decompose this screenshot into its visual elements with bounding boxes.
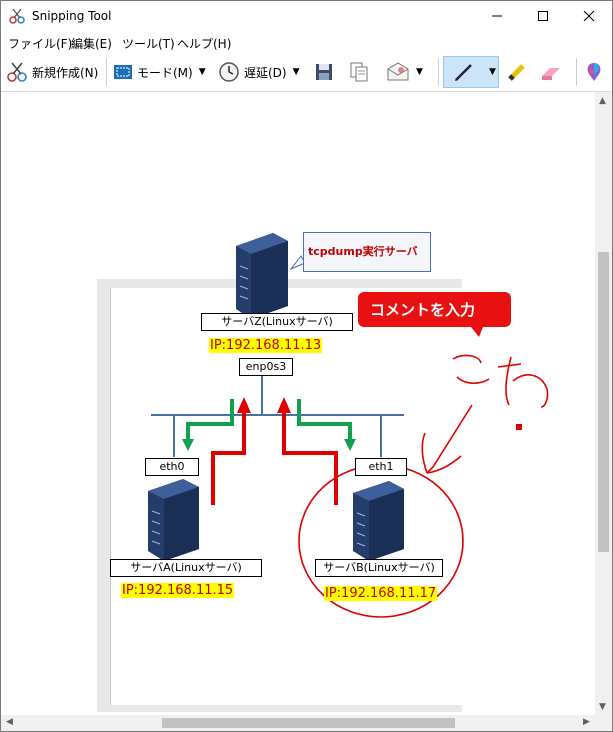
server-z-icon xyxy=(236,233,288,319)
server-a-ip: IP:192.168.11.15 xyxy=(121,583,235,598)
title-bar: Snipping Tool xyxy=(1,1,612,31)
menu-bar: ファイル(F) 編集(E) ツール(T) ヘルプ(H) xyxy=(1,32,612,52)
server-a-label: サーバA(Linuxサーバ) xyxy=(110,559,262,577)
vertical-scroll-thumb[interactable] xyxy=(598,252,609,552)
new-snip-icon xyxy=(7,62,27,82)
server-b-label: サーバB(Linuxサーバ) xyxy=(315,559,443,577)
paint3d-button[interactable] xyxy=(584,56,604,88)
menu-edit[interactable]: 編集(E) xyxy=(71,35,112,52)
snipping-tool-window: Snipping Tool ファイル(F) 編集(E) ツール(T) ヘルプ(H… xyxy=(0,0,613,732)
new-snip-button[interactable]: 新規作成(N) xyxy=(6,56,98,88)
server-z-ip: IP:192.168.11.13 xyxy=(209,338,323,353)
green-arrow-to-b xyxy=(297,399,356,451)
scroll-up-icon[interactable]: ▲ xyxy=(599,96,606,106)
paint3d-icon xyxy=(587,63,601,81)
delay-button[interactable]: 遅延(D) ▼ xyxy=(218,56,300,88)
server-z-label: サーバZ(Linuxサーバ) xyxy=(201,313,353,331)
horizontal-scroll-thumb[interactable] xyxy=(162,718,455,728)
minimize-icon xyxy=(492,15,502,17)
mode-button[interactable]: モード(M) ▼ xyxy=(113,56,206,88)
highlighter-icon xyxy=(508,64,525,81)
eraser-button[interactable] xyxy=(539,56,563,88)
menu-file[interactable]: ファイル(F) xyxy=(8,35,72,52)
delay-label: 遅延(D) xyxy=(244,65,287,80)
send-snip-button[interactable]: ▼ xyxy=(386,56,423,88)
scrollbar-corner xyxy=(595,715,612,731)
mode-label: モード(M) xyxy=(137,65,193,80)
eraser-icon xyxy=(542,68,560,80)
envelope-icon xyxy=(387,62,409,81)
save-icon xyxy=(316,64,332,80)
toolbar-separator xyxy=(106,58,107,86)
vertical-scrollbar[interactable]: ▲ ▼ xyxy=(595,92,612,715)
interface-eth0: eth0 xyxy=(145,458,199,476)
maximize-icon xyxy=(538,11,548,21)
delay-dropdown-arrow-icon[interactable]: ▼ xyxy=(293,67,300,77)
comment-bubble: コメントを入力 xyxy=(358,292,511,327)
red-arrow-from-b xyxy=(277,397,338,505)
comment-tail xyxy=(471,327,483,337)
maximize-button[interactable] xyxy=(520,1,566,31)
interface-enp0s3: enp0s3 xyxy=(239,358,293,376)
pen-icon xyxy=(455,64,472,81)
scroll-right-icon[interactable]: ▶ xyxy=(583,717,590,727)
mode-dropdown-arrow-icon[interactable]: ▼ xyxy=(199,67,206,77)
minimize-button[interactable] xyxy=(474,1,520,31)
horizontal-scrollbar[interactable]: ◀ ▶ xyxy=(1,715,595,731)
green-arrow-to-a xyxy=(182,399,234,451)
pen-dot xyxy=(516,424,522,430)
scroll-left-icon[interactable]: ◀ xyxy=(6,717,13,727)
diagram-lines xyxy=(148,233,549,618)
scroll-down-icon[interactable]: ▼ xyxy=(599,702,606,712)
save-button[interactable] xyxy=(314,56,334,88)
window-title: Snipping Tool xyxy=(32,9,112,23)
toolbar-separator xyxy=(438,58,439,86)
callout-text: tcpdump実行サーバ xyxy=(308,245,418,258)
interface-eth1: eth1 xyxy=(355,458,407,476)
scissors-app-icon xyxy=(9,8,25,24)
close-button[interactable] xyxy=(566,1,612,31)
comment-text: コメントを入力 xyxy=(370,301,476,319)
server-a-icon xyxy=(148,479,199,561)
tcpdump-callout: tcpdump実行サーバ xyxy=(303,232,431,272)
snip-canvas[interactable]: tcpdump実行サーバ コメントを入力 サーバZ(Linuxサーバ) IP:1… xyxy=(1,92,595,715)
copy-icon xyxy=(350,62,368,82)
close-icon xyxy=(583,10,595,22)
new-snip-label: 新規作成(N) xyxy=(32,65,99,80)
toolbar-separator xyxy=(576,58,577,86)
server-b-icon xyxy=(353,481,404,561)
copy-button[interactable] xyxy=(349,56,369,88)
send-dropdown-arrow-icon[interactable]: ▼ xyxy=(416,67,423,77)
menu-help[interactable]: ヘルプ(H) xyxy=(177,35,231,52)
highlighter-button[interactable] xyxy=(506,56,528,88)
clock-icon xyxy=(219,62,239,82)
server-b-ip: IP:192.168.11.17 xyxy=(324,586,438,601)
menu-tools[interactable]: ツール(T) xyxy=(122,35,175,52)
pen-dropdown-arrow-icon[interactable]: ▼ xyxy=(489,67,496,77)
pen-icon-wrap: ▼ xyxy=(453,56,496,88)
mode-rectangle-icon xyxy=(114,65,132,79)
